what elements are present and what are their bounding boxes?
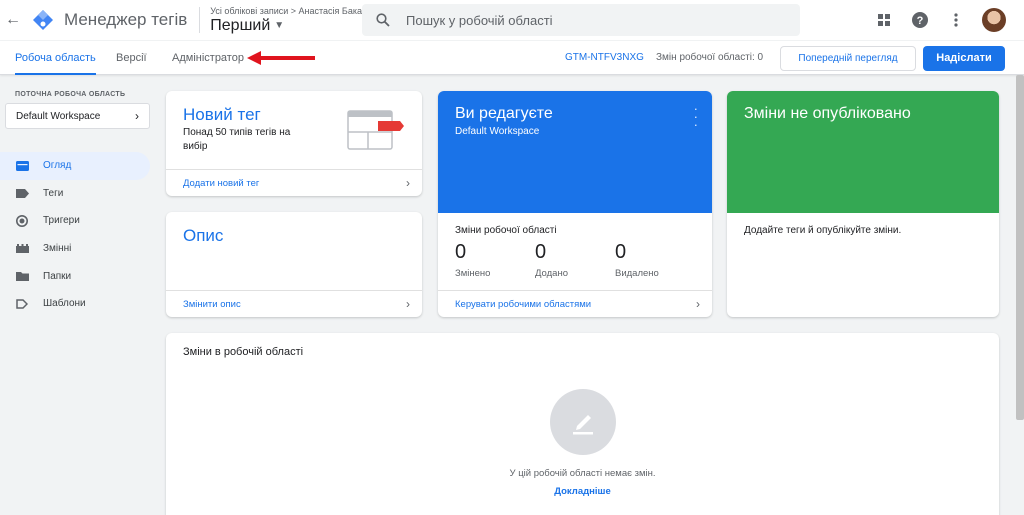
back-arrow-icon[interactable]: ← bbox=[4, 11, 22, 29]
dropdown-caret-icon: ▼ bbox=[274, 20, 285, 31]
sidebar-item-label: Папки bbox=[43, 270, 72, 282]
tab-workspace[interactable]: Робоча область bbox=[15, 41, 96, 75]
help-icon[interactable]: ? bbox=[910, 10, 930, 30]
sidebar-item-variables[interactable]: Змінні bbox=[0, 235, 150, 263]
template-icon bbox=[15, 298, 29, 310]
unpublished-title: Зміни не опубліковано bbox=[744, 105, 911, 122]
user-avatar[interactable] bbox=[982, 8, 1006, 32]
edit-description-label: Змінити опис bbox=[183, 298, 241, 310]
chevron-right-icon: › bbox=[406, 176, 410, 190]
header-divider bbox=[199, 7, 201, 33]
container-name: Перший bbox=[210, 16, 271, 34]
empty-state-illustration bbox=[550, 389, 616, 455]
empty-state-text: У цій робочій області немає змін. bbox=[509, 468, 656, 479]
tab-versions[interactable]: Версії bbox=[116, 41, 147, 75]
search-placeholder[interactable]: Пошук у робочій області bbox=[406, 13, 553, 28]
unpublished-changes-card: Зміни не опубліковано Додайте теги й опу… bbox=[727, 91, 999, 317]
sidebar-item-tags[interactable]: Теги bbox=[0, 180, 150, 208]
container-selector[interactable]: Перший ▼ bbox=[210, 17, 367, 35]
description-card: Опис Змінити опис › bbox=[166, 212, 422, 317]
manage-workspaces-label: Керувати робочими областями bbox=[455, 298, 592, 310]
sidebar-item-overview[interactable]: Огляд bbox=[0, 152, 150, 180]
editing-header: Ви редагуєте Default Workspace · · · bbox=[438, 91, 712, 213]
unpublished-header: Зміни не опубліковано bbox=[727, 91, 999, 213]
stat-value: 0 bbox=[455, 241, 467, 263]
add-new-tag-link[interactable]: Додати новий тег › bbox=[166, 169, 422, 196]
container-id[interactable]: GTM-NTFV3NXG bbox=[565, 41, 644, 75]
tag-illustration-icon bbox=[347, 110, 404, 150]
editing-workspace-name: Default Workspace bbox=[455, 126, 540, 137]
sidebar-item-label: Теги bbox=[43, 187, 64, 199]
editing-title: Ви редагуєте bbox=[455, 105, 553, 122]
trigger-icon bbox=[15, 214, 29, 227]
add-new-tag-label: Додати новий тег bbox=[183, 177, 260, 189]
sidebar-item-label: Змінні bbox=[43, 243, 72, 255]
stat-deleted: 0 Видалено bbox=[615, 241, 659, 279]
sidebar-item-label: Тригери bbox=[43, 215, 80, 227]
chevron-right-icon: › bbox=[696, 297, 700, 311]
tab-bar: Робоча область Версії Адміністратор GTM-… bbox=[0, 41, 1024, 75]
tag-icon bbox=[15, 187, 29, 199]
preview-button[interactable]: Попередній перегляд bbox=[780, 46, 916, 71]
folder-icon bbox=[15, 270, 29, 282]
stat-value: 0 bbox=[535, 241, 547, 263]
container-switcher[interactable]: Усі облікові записи > Анастасія Бакай Пе… bbox=[210, 6, 367, 35]
description-title: Опис bbox=[183, 226, 224, 245]
sidebar-nav: Огляд Теги Тригери Змінні Папки Шаблони bbox=[0, 152, 150, 318]
stat-label: Змінено bbox=[455, 268, 491, 279]
submit-button[interactable]: Надіслати bbox=[923, 46, 1005, 71]
apps-grid-icon[interactable] bbox=[874, 10, 894, 30]
page-scrollbar[interactable] bbox=[1016, 75, 1024, 420]
stat-modified: 0 Змінено bbox=[455, 241, 490, 279]
workspace-changes-card: Зміни в робочій області У цій робочій об… bbox=[166, 333, 999, 515]
chevron-right-icon: › bbox=[135, 109, 139, 123]
learn-more-link[interactable]: Докладніше bbox=[166, 486, 999, 497]
workspace-selector[interactable]: Default Workspace › bbox=[5, 103, 150, 129]
workspace-changes-label: Зміни робочої області bbox=[455, 225, 557, 236]
workspace-changes-title: Зміни в робочій області bbox=[183, 346, 304, 358]
workspace-name: Default Workspace bbox=[16, 110, 101, 122]
more-vert-icon[interactable] bbox=[946, 10, 966, 30]
workspace-search[interactable]: Пошук у робочій області bbox=[362, 4, 800, 36]
gtm-logo-icon bbox=[32, 9, 54, 31]
sidebar-item-label: Огляд bbox=[43, 160, 72, 172]
annotation-arrow-icon bbox=[247, 51, 315, 65]
account-breadcrumb[interactable]: Усі облікові записи > Анастасія Бакай bbox=[210, 6, 367, 16]
app-title: Менеджер тегів bbox=[64, 10, 188, 29]
tab-admin[interactable]: Адміністратор bbox=[172, 41, 244, 75]
svg-text:?: ? bbox=[917, 15, 924, 27]
variable-icon bbox=[15, 243, 29, 255]
workspace-changes-count: Змін робочої області: 0 bbox=[656, 52, 764, 63]
manage-workspaces-link[interactable]: Керувати робочими областями › bbox=[438, 290, 712, 317]
edit-description-link[interactable]: Змінити опис › bbox=[166, 290, 422, 317]
stat-added: 0 Додано bbox=[535, 241, 568, 279]
chevron-right-icon: › bbox=[406, 297, 410, 311]
sidebar-item-templates[interactable]: Шаблони bbox=[0, 290, 150, 318]
current-workspace-label: ПОТОЧНА РОБОЧА ОБЛАСТЬ bbox=[15, 91, 126, 98]
more-vert-icon[interactable]: · · · bbox=[694, 102, 698, 131]
sidebar-item-label: Шаблони bbox=[43, 298, 86, 310]
header-actions: ? bbox=[874, 8, 1006, 32]
sidebar-item-triggers[interactable]: Тригери bbox=[0, 207, 150, 235]
search-icon bbox=[376, 13, 390, 27]
new-tag-description: Понад 50 типів тегів на вибір bbox=[183, 127, 291, 152]
edit-pencil-icon bbox=[573, 415, 593, 435]
stat-label: Видалено bbox=[615, 268, 659, 279]
editing-workspace-card: Ви редагуєте Default Workspace · · · Зміни… bbox=[438, 91, 712, 317]
unpublished-text: Додайте теги й опублікуйте зміни. bbox=[744, 225, 902, 236]
top-app-bar: ← Менеджер тегів Усі облікові записи > А… bbox=[0, 0, 1024, 40]
sidebar-item-folders[interactable]: Папки bbox=[0, 262, 150, 290]
stat-value: 0 bbox=[615, 241, 627, 263]
stat-label: Додано bbox=[535, 268, 568, 279]
new-tag-card: Новий тег Понад 50 типів тегів на вибір … bbox=[166, 91, 422, 196]
new-tag-title: Новий тег bbox=[183, 105, 261, 124]
overview-icon bbox=[15, 160, 29, 172]
